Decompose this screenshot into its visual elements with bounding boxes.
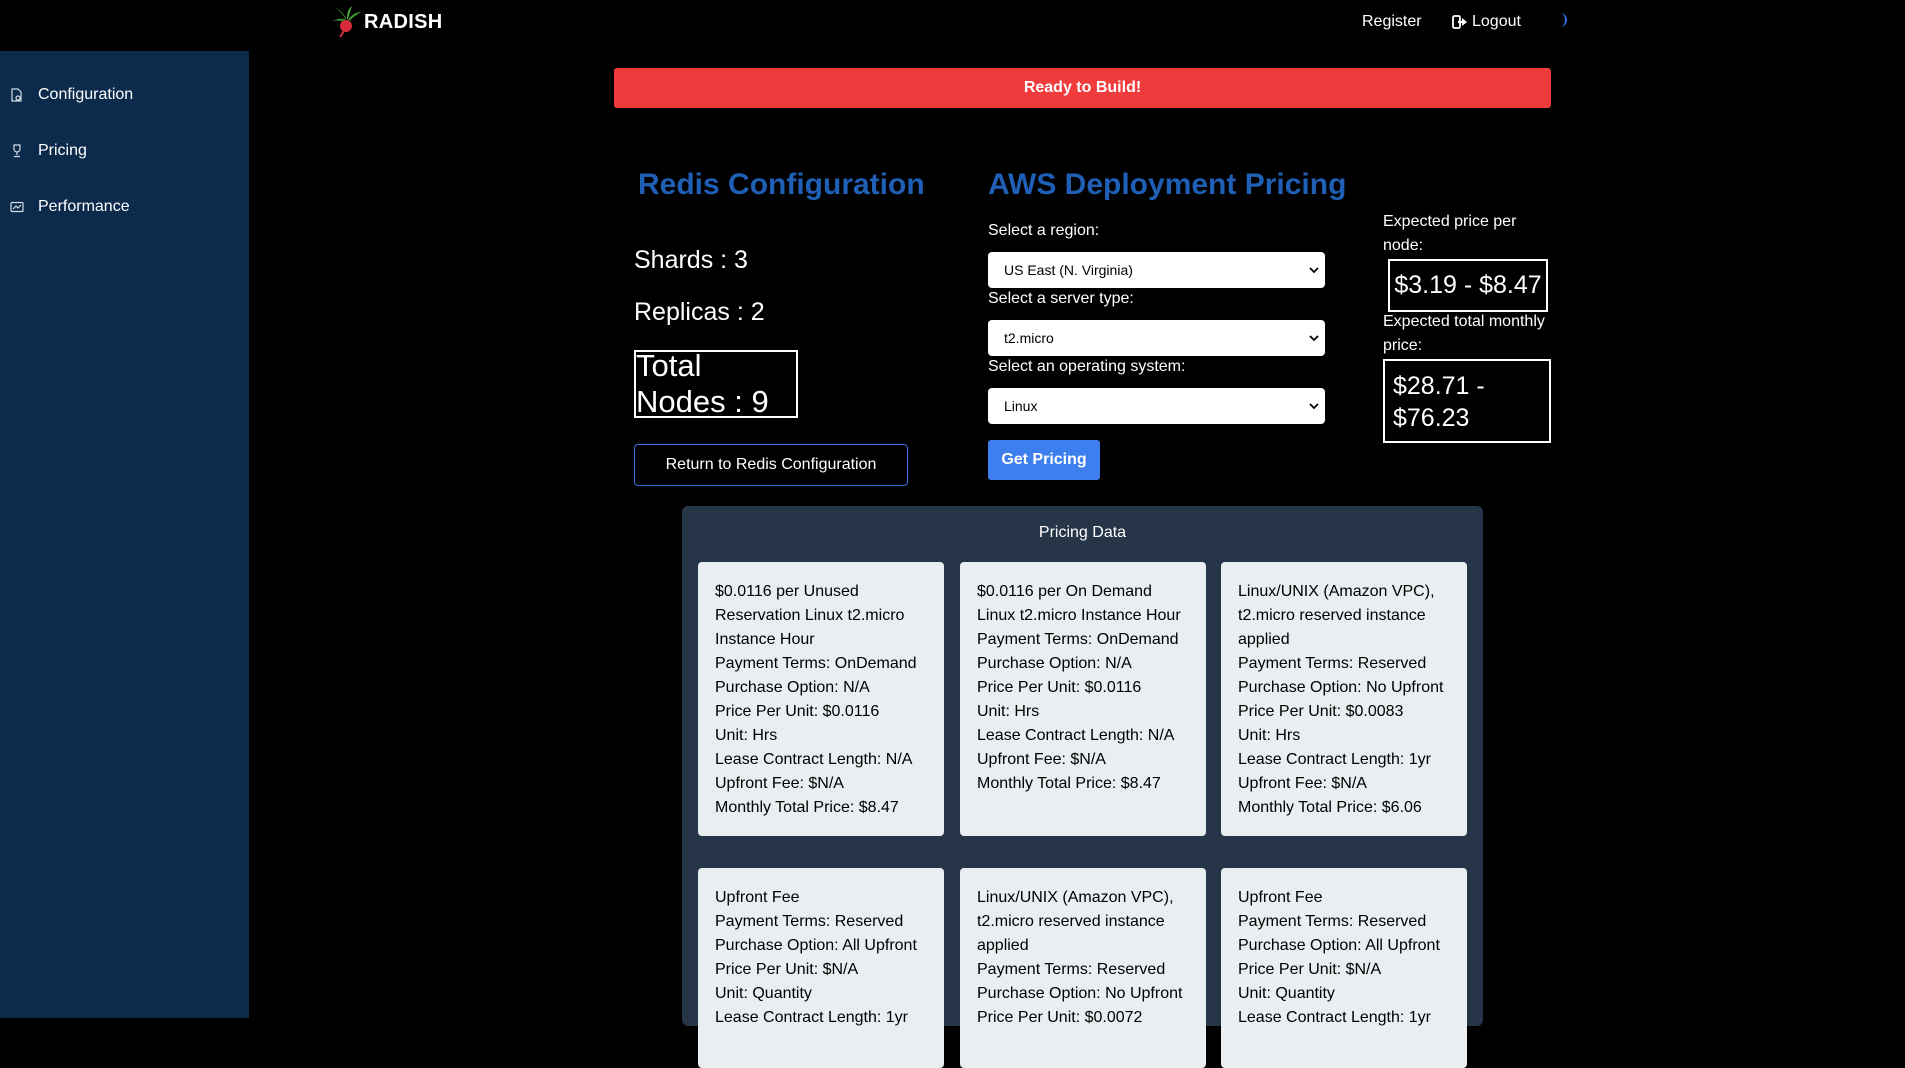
card-line: Upfront Fee bbox=[1238, 889, 1323, 906]
card-line: Payment Terms: Reserved bbox=[1238, 655, 1427, 672]
card-line: Purchase Option: No Upfront bbox=[977, 985, 1183, 1002]
card-line: Upfront Fee: $N/A bbox=[977, 751, 1106, 768]
radish-icon bbox=[333, 6, 361, 38]
card-line: Upfront Fee bbox=[715, 889, 800, 906]
per-node-label: Expected price per node: bbox=[1383, 213, 1517, 254]
card-line: Purchase Option: N/A bbox=[977, 655, 1132, 672]
card-line: Lease Contract Length: 1yr bbox=[1238, 1009, 1432, 1026]
pricing-card: Upfront Fee Payment Terms: Reserved Purc… bbox=[698, 868, 944, 1068]
server-type-label: Select a server type: bbox=[988, 290, 1134, 307]
region-label: Select a region: bbox=[988, 222, 1100, 239]
per-node-price-box: $3.19 - $8.47 bbox=[1388, 259, 1548, 312]
total-nodes-value: Total Nodes : 9 bbox=[636, 348, 769, 419]
monthly-label: Expected total monthly price: bbox=[1383, 313, 1545, 354]
brand-logo[interactable]: RADISH bbox=[332, 6, 442, 38]
card-line: Monthly Total Price: $8.47 bbox=[977, 775, 1161, 792]
card-line: Lease Contract Length: N/A bbox=[977, 727, 1175, 744]
total-nodes-box: Total Nodes : 9 bbox=[634, 348, 798, 419]
card-line: Lease Contract Length: 1yr bbox=[1238, 751, 1432, 768]
card-line: Payment Terms: Reserved bbox=[1238, 913, 1427, 930]
card-line: $0.0116 per On Demand Linux t2.micro Ins… bbox=[977, 583, 1181, 624]
pricing-card: Upfront Fee Payment Terms: Reserved Purc… bbox=[1221, 868, 1467, 1068]
region-selected-value: US East (N. Virginia) bbox=[1004, 262, 1133, 278]
pricing-data-panel: Pricing Data $0.0116 per Unused Reservat… bbox=[682, 506, 1483, 1068]
os-selected-value: Linux bbox=[1004, 398, 1038, 414]
card-line: Unit: Hrs bbox=[1238, 727, 1301, 744]
card-line: Lease Contract Length: N/A bbox=[715, 751, 913, 768]
redis-config-title: Redis Configuration bbox=[638, 168, 925, 201]
register-link[interactable]: Register bbox=[1362, 13, 1422, 31]
sidebar-item-performance[interactable]: Performance bbox=[10, 192, 130, 222]
region-select[interactable]: US East (N. Virginia) bbox=[988, 252, 1325, 288]
top-bar: RADISH Register Logout bbox=[0, 0, 1905, 51]
logout-icon bbox=[1452, 15, 1467, 29]
card-line: Price Per Unit: $N/A bbox=[715, 961, 859, 978]
card-line: Unit: Hrs bbox=[977, 703, 1040, 720]
card-line: Payment Terms: Reserved bbox=[977, 961, 1166, 978]
monthly-price-box: $28.71 - $76.23 bbox=[1383, 359, 1551, 443]
card-line: Payment Terms: Reserved bbox=[715, 913, 904, 930]
chevron-down-icon bbox=[1309, 267, 1319, 274]
card-line: Linux/UNIX (Amazon VPC), t2.micro reserv… bbox=[1238, 583, 1435, 648]
return-to-config-button[interactable]: Return to Redis Configuration bbox=[634, 444, 908, 486]
sidebar-item-configuration[interactable]: Configuration bbox=[10, 80, 133, 110]
shards-value: Shards : 3 bbox=[634, 246, 748, 274]
per-node-price-value: $3.19 - $8.47 bbox=[1394, 271, 1542, 299]
chart-card-icon bbox=[10, 201, 24, 213]
brand-name: RADISH bbox=[364, 10, 443, 33]
card-line: Price Per Unit: $0.0116 bbox=[715, 703, 880, 720]
sidebar-item-label: Pricing bbox=[38, 142, 87, 159]
card-line: Price Per Unit: $0.0083 bbox=[1238, 703, 1404, 720]
card-line: Payment Terms: OnDemand bbox=[977, 631, 1179, 648]
card-line: Purchase Option: All Upfront bbox=[715, 937, 917, 954]
card-line: Unit: Quantity bbox=[715, 985, 812, 1002]
card-line: Monthly Total Price: $6.06 bbox=[1238, 799, 1422, 816]
sidebar: Configuration Pricing Performance bbox=[0, 51, 249, 1018]
chevron-down-icon bbox=[1309, 335, 1319, 342]
dark-mode-toggle-icon[interactable] bbox=[1554, 12, 1570, 28]
document-gear-icon bbox=[11, 88, 22, 102]
aws-pricing-title: AWS Deployment Pricing bbox=[988, 168, 1347, 201]
logout-label: Logout bbox=[1472, 13, 1521, 30]
os-select[interactable]: Linux bbox=[988, 388, 1325, 424]
pricing-card: Linux/UNIX (Amazon VPC), t2.micro reserv… bbox=[960, 868, 1206, 1068]
register-label: Register bbox=[1362, 13, 1422, 30]
card-line: Monthly Total Price: $8.47 bbox=[715, 799, 899, 816]
get-pricing-button[interactable]: Get Pricing bbox=[988, 440, 1100, 480]
os-label: Select an operating system: bbox=[988, 358, 1186, 375]
card-line: Purchase Option: N/A bbox=[715, 679, 870, 696]
card-line: Price Per Unit: $0.0072 bbox=[977, 1009, 1143, 1026]
card-line: Unit: Quantity bbox=[1238, 985, 1335, 1002]
card-line: Price Per Unit: $0.0116 bbox=[977, 679, 1142, 696]
card-line: Price Per Unit: $N/A bbox=[1238, 961, 1382, 978]
chevron-down-icon bbox=[1309, 403, 1319, 410]
card-line: Unit: Hrs bbox=[715, 727, 778, 744]
ready-banner: Ready to Build! bbox=[614, 68, 1551, 108]
card-line: Upfront Fee: $N/A bbox=[715, 775, 844, 792]
trophy-icon bbox=[13, 144, 21, 158]
pricing-card: $0.0116 per Unused Reservation Linux t2.… bbox=[698, 562, 944, 836]
card-line: $0.0116 per Unused Reservation Linux t2.… bbox=[715, 583, 905, 648]
card-line: Upfront Fee: $N/A bbox=[1238, 775, 1367, 792]
card-line: Purchase Option: All Upfront bbox=[1238, 937, 1440, 954]
pricing-card: Linux/UNIX (Amazon VPC), t2.micro reserv… bbox=[1221, 562, 1467, 836]
server-type-selected-value: t2.micro bbox=[1004, 330, 1054, 346]
sidebar-item-label: Configuration bbox=[38, 86, 134, 103]
sidebar-item-label: Performance bbox=[38, 198, 130, 215]
replicas-value: Replicas : 2 bbox=[634, 298, 765, 326]
pricing-data-title: Pricing Data bbox=[1038, 524, 1127, 541]
pricing-card: $0.0116 per On Demand Linux t2.micro Ins… bbox=[960, 562, 1206, 836]
card-line: Linux/UNIX (Amazon VPC), t2.micro reserv… bbox=[977, 889, 1174, 954]
logout-link[interactable]: Logout bbox=[1452, 13, 1521, 31]
card-line: Purchase Option: No Upfront bbox=[1238, 679, 1444, 696]
card-line: Lease Contract Length: 1yr bbox=[715, 1009, 909, 1026]
monthly-price-value: $28.71 - $76.23 bbox=[1393, 372, 1485, 432]
sidebar-item-pricing[interactable]: Pricing bbox=[10, 136, 87, 166]
server-type-select[interactable]: t2.micro bbox=[988, 320, 1325, 356]
card-line: Payment Terms: OnDemand bbox=[715, 655, 917, 672]
